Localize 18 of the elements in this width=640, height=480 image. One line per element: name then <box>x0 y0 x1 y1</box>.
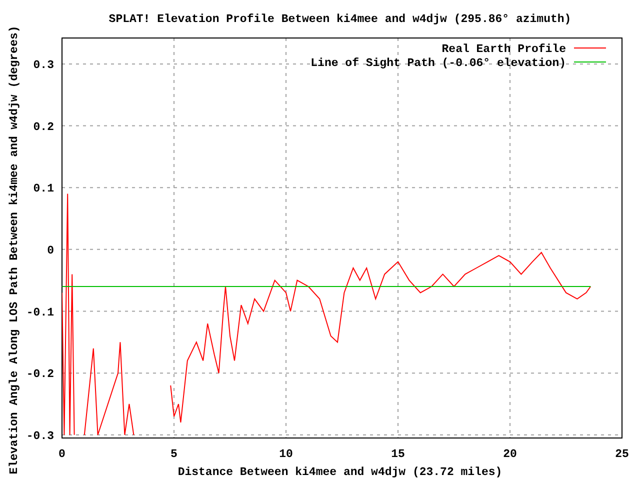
tick-label: 0 <box>47 244 54 258</box>
tick-label: 5 <box>170 448 178 461</box>
tick-label: 0.1 <box>33 182 54 196</box>
tick-label: 0.2 <box>33 120 54 134</box>
tick-label: 10 <box>279 448 293 461</box>
tick-label: 0.3 <box>33 58 54 72</box>
legend-label: Line of Sight Path (-0.06° elevation) <box>310 57 566 70</box>
legend-label: Real Earth Profile <box>442 43 566 56</box>
tick-label: -0.3 <box>26 430 54 443</box>
tick-label: 20 <box>503 448 517 461</box>
axis-label: Elevation Angle Along LOS Path Between ki4mee and w4djw (degrees) <box>8 26 21 474</box>
tick-label: -0.1 <box>26 306 54 320</box>
axis-label: Distance Between ki4mee and w4djw (23.72 miles) <box>178 466 502 479</box>
tick-label: 25 <box>615 448 629 461</box>
chart-title: SPLAT! Elevation Profile Between ki4mee and w4djw (295.86° azimuth) <box>108 13 572 26</box>
tick-label: 15 <box>391 448 405 461</box>
tick-label: 0 <box>58 448 66 461</box>
tick-label: -0.2 <box>26 368 54 382</box>
